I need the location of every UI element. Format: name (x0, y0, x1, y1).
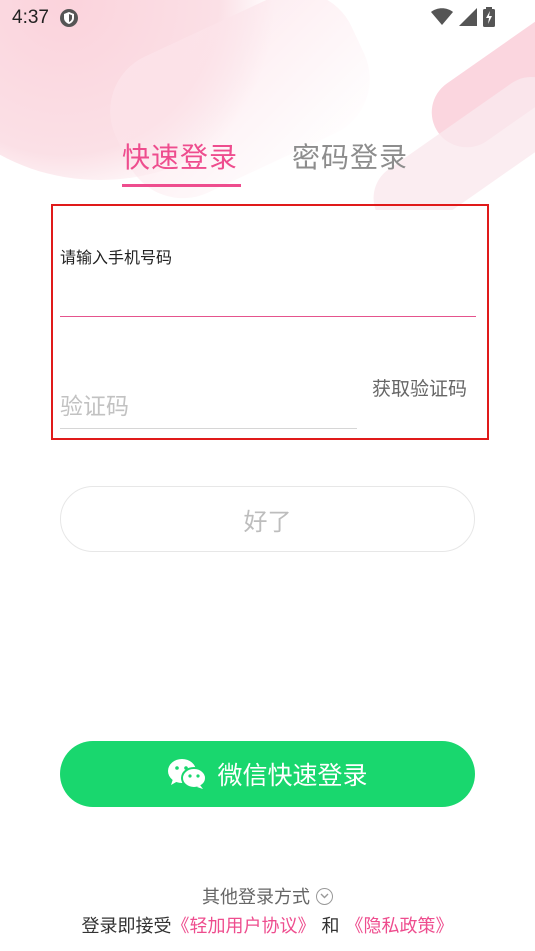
code-input-underline (60, 428, 357, 429)
wechat-login-button[interactable]: 微信快速登录 (60, 741, 475, 807)
other-login-label: 其他登录方式 (202, 887, 310, 908)
status-bar: 4:37 (0, 0, 535, 36)
wechat-icon (168, 759, 208, 789)
user-agreement-link[interactable]: 《轻加用户协议》 (172, 912, 316, 938)
get-code-button[interactable]: 获取验证码 (372, 374, 467, 401)
phone-input-underline (60, 316, 476, 317)
status-time: 4:37 (12, 7, 49, 28)
status-icons (431, 7, 495, 27)
active-tab-indicator (122, 184, 241, 187)
signal-icon (459, 8, 477, 26)
wifi-icon (431, 8, 453, 25)
battery-icon (483, 7, 495, 27)
confirm-button-label: 好了 (243, 507, 292, 536)
privacy-policy-link[interactable]: 《隐私政策》 (346, 912, 454, 938)
shield-icon (59, 9, 78, 27)
wechat-login-label: 微信快速登录 (217, 761, 368, 790)
confirm-button[interactable]: 好了 (60, 486, 475, 552)
agreement-and: 和 (321, 916, 340, 937)
agreement-notice: 登录即接受 《轻加用户协议》 和 《隐私政策》 (0, 912, 535, 938)
phone-input[interactable] (60, 245, 476, 273)
other-login-toggle[interactable]: 其他登录方式 (0, 883, 535, 909)
tab-quick-login[interactable]: 快速登录 (122, 136, 238, 176)
agreement-prefix: 登录即接受 (81, 916, 172, 937)
verification-code-input[interactable] (60, 388, 356, 424)
chevron-down-icon (316, 887, 333, 905)
tab-password-login[interactable]: 密码登录 (292, 136, 408, 176)
login-tabs: 快速登录 密码登录 (122, 136, 408, 176)
